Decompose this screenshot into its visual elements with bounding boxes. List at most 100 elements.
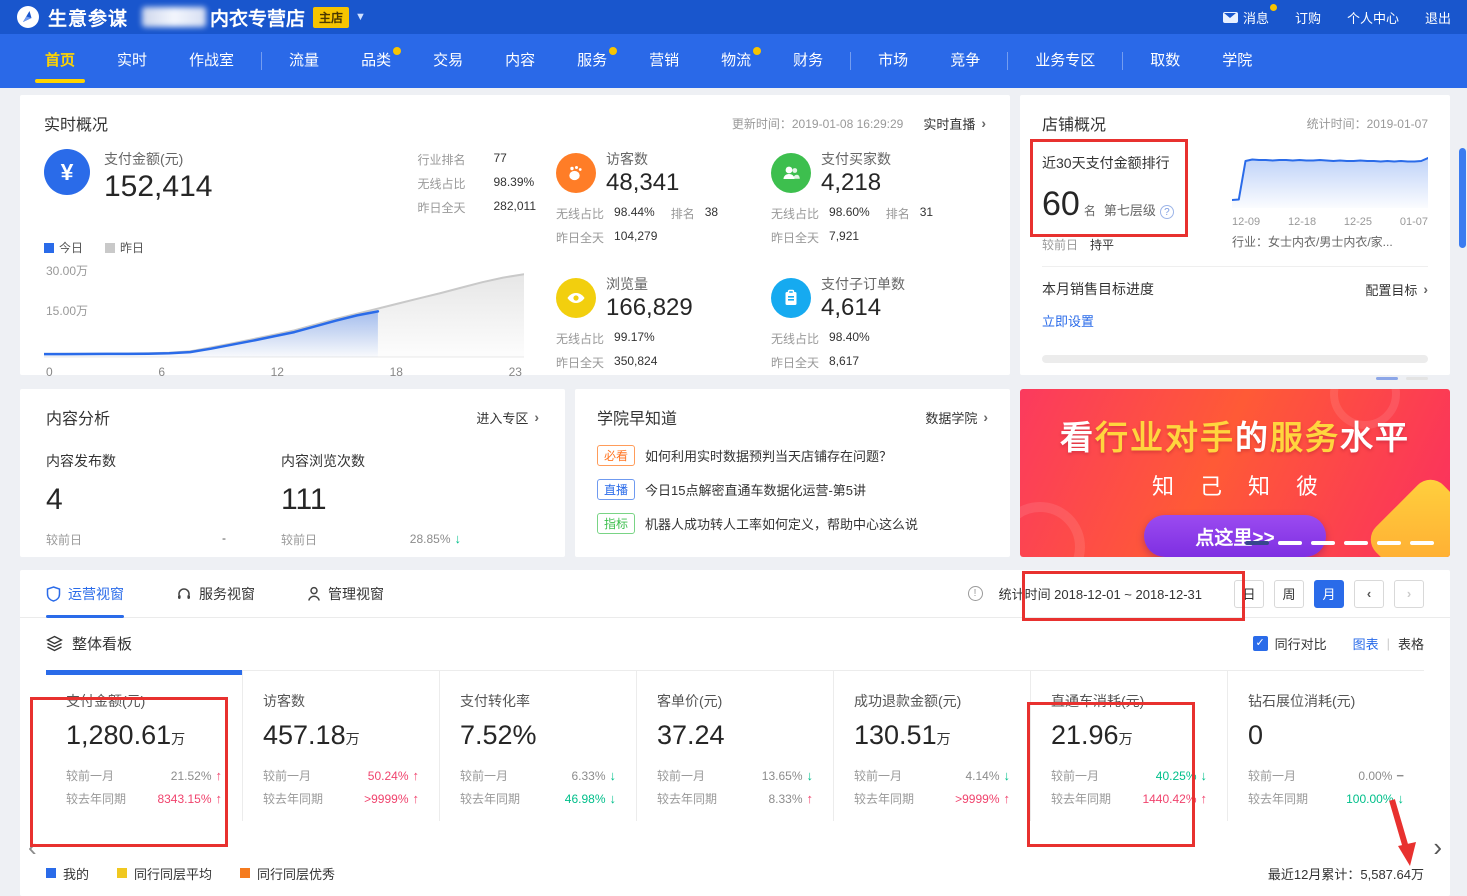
trend-arrow [1201, 768, 1208, 783]
main-shop-badge: 主店 [313, 7, 349, 28]
person-icon [307, 586, 321, 602]
nav-market[interactable]: 市场 [874, 34, 912, 88]
banner-subtitle: 知己知彼 [1020, 469, 1450, 501]
tab-management-window[interactable]: 管理视窗 [307, 570, 384, 618]
nav-business-zone[interactable]: 业务专区 [1031, 34, 1099, 88]
peer-compare-checkbox[interactable]: ✓ [1253, 636, 1268, 651]
nav-logistics[interactable]: 物流 [717, 34, 755, 88]
pager-dash[interactable] [1311, 541, 1335, 545]
card-ztc-cost[interactable]: 直通车消耗(元) 21.96万 较前一月40.25% 较去年同期1440.42% [1030, 670, 1227, 821]
cards-next-arrow[interactable]: › [1433, 832, 1442, 863]
nav-category[interactable]: 品类 [357, 34, 395, 88]
eye-icon [556, 278, 596, 318]
next-period-button[interactable]: › [1394, 580, 1424, 608]
enter-zone-link[interactable]: 进入专区 [476, 408, 528, 427]
card-diamond-cost[interactable]: 钻石展位消耗(元) 0 较前一月0.00% 较去年同期100.00% [1227, 670, 1424, 821]
card-conversion-rate[interactable]: 支付转化率 7.52% 较前一月6.33% 较去年同期46.98% [439, 670, 636, 821]
nav-competition[interactable]: 竞争 [946, 34, 984, 88]
nav-traffic[interactable]: 流量 [285, 34, 323, 88]
pager-dash[interactable] [1344, 541, 1368, 545]
chevron-down-icon[interactable]: ▼ [355, 11, 366, 23]
card-avg-order-value[interactable]: 客单价(元) 37.24 较前一月13.65% 较去年同期8.33% [636, 670, 833, 821]
stat-time-range: 统计时间 2018-12-01 ~ 2018-12-31 [999, 584, 1202, 603]
metric-buyers: 支付买家数 4,218 无线占比98.60%排名31 昨日全天7,921 [771, 149, 986, 254]
rank-value: 60 [1042, 185, 1080, 224]
topbar: 生意参谋 内衣专营店 主店 ▼ 消息 订购 个人中心 退出 [0, 0, 1467, 34]
order-link[interactable]: 订购 [1295, 8, 1321, 27]
set-now-link[interactable]: 立即设置 [1042, 311, 1094, 330]
scrollbar[interactable] [1458, 0, 1466, 896]
nav-divider [850, 52, 851, 70]
panel-title: 学院早知道 [597, 405, 677, 429]
nav-realtime[interactable]: 实时 [113, 34, 151, 88]
tab-service-window[interactable]: 服务视窗 [176, 570, 255, 618]
nav-content[interactable]: 内容 [501, 34, 539, 88]
pager-dash[interactable] [1406, 377, 1428, 380]
nav-finance[interactable]: 财务 [789, 34, 827, 88]
footprint-icon [556, 153, 596, 193]
realtime-live-link[interactable]: 实时直播 [923, 114, 975, 133]
pager-dash[interactable] [1410, 541, 1434, 545]
card-visitors[interactable]: 访客数 457.18万 较前一月50.24% 较去年同期>9999% [242, 670, 439, 821]
y-tick: 15.00万 [46, 302, 88, 319]
trend-arrow [1004, 768, 1011, 783]
yuan-icon: ¥ [44, 149, 90, 195]
nav-marketing[interactable]: 营销 [645, 34, 683, 88]
message-icon [1223, 12, 1238, 23]
sycm-logo-icon [16, 5, 40, 29]
legend-mine-swatch [46, 868, 56, 878]
chart-view-link[interactable]: 图表 [1353, 634, 1379, 653]
personal-center-link[interactable]: 个人中心 [1347, 8, 1399, 27]
prev-period-button[interactable]: ‹ [1354, 580, 1384, 608]
nav-war-room[interactable]: 作战室 [185, 34, 238, 88]
data-academy-link[interactable]: 数据学院 [925, 408, 977, 427]
nav-trade[interactable]: 交易 [429, 34, 467, 88]
rank-block: 近30天支付金额排行 60 名 第七层级 ? 较前日持平 [1042, 149, 1217, 253]
nav-service[interactable]: 服务 [573, 34, 611, 88]
table-view-link[interactable]: 表格 [1398, 634, 1424, 653]
period-month-button[interactable]: 月 [1314, 580, 1344, 608]
x-ticks: 06121823 [44, 365, 524, 379]
nav-badge-dot [609, 47, 617, 55]
card-pay-amount[interactable]: 支付金额(元) 1,280.61万 较前一月21.52% 较去年同期8343.1… [46, 670, 242, 821]
brand-title: 生意参谋 [48, 4, 128, 31]
chevron-right-icon: › [534, 409, 539, 425]
ad-banner[interactable]: 看行业对手的服务水平 知己知彼 点这里>> [1020, 389, 1450, 557]
pager-dash[interactable] [1377, 541, 1401, 545]
nav-academy[interactable]: 学院 [1218, 34, 1256, 88]
banner-cta-button[interactable]: 点这里>> [1144, 515, 1326, 557]
academy-panel: 学院早知道 数据学院 › 必看 如何利用实时数据预判当天店铺存在问题？ 直播 今… [575, 389, 1010, 557]
academy-item[interactable]: 必看 如何利用实时数据预判当天店铺存在问题？ [597, 445, 988, 466]
board-title: 整体看板 [72, 633, 132, 654]
metric-pageviews: 浏览量 166,829 无线占比99.17% 昨日全天350,824 [556, 274, 771, 379]
academy-item[interactable]: 直播 今日15点解密直通车数据化运营-第5讲 [597, 479, 988, 500]
pager-dash-active[interactable] [1245, 541, 1269, 545]
nav-home[interactable]: 首页 [41, 34, 79, 88]
nav-divider [1007, 52, 1008, 70]
messages-label: 消息 [1243, 8, 1269, 27]
configure-goal-link[interactable]: 配置目标 [1365, 280, 1417, 299]
scrollbar-thumb[interactable] [1459, 148, 1466, 248]
nav-data-fetch[interactable]: 取数 [1146, 34, 1184, 88]
board-header: 整体看板 ✓ 同行对比 图表 | 表格 [20, 618, 1450, 668]
period-day-button[interactable]: 日 [1234, 580, 1264, 608]
nav-divider [1122, 52, 1123, 70]
tab-operations-window[interactable]: 运营视窗 [46, 570, 124, 618]
pager-dash-active[interactable] [1376, 377, 1398, 380]
chart-legend: 今日 昨日 [44, 239, 546, 256]
divider [1042, 266, 1428, 267]
messages-link[interactable]: 消息 [1223, 8, 1269, 27]
period-week-button[interactable]: 周 [1274, 580, 1304, 608]
info-icon[interactable]: ! [968, 586, 983, 601]
trend-arrow [807, 768, 814, 783]
help-icon[interactable]: ? [1160, 205, 1174, 219]
logout-link[interactable]: 退出 [1425, 8, 1451, 27]
pay-side-stats: 行业排名77 无线占比98.39% 昨日全天282,011 [418, 149, 537, 223]
pager-dash[interactable] [1278, 541, 1302, 545]
cards-prev-arrow[interactable]: ‹ [28, 832, 37, 863]
peer-compare-label: 同行对比 [1275, 634, 1327, 653]
card-refund-amount[interactable]: 成功退款金额(元) 130.51万 较前一月4.14% 较去年同期>9999% [833, 670, 1030, 821]
tag-badge: 必看 [597, 445, 635, 466]
academy-item[interactable]: 指标 机器人成功转人工率如何定义，帮助中心这么说 [597, 513, 988, 534]
shop-name: 内衣专营店 [210, 4, 305, 31]
